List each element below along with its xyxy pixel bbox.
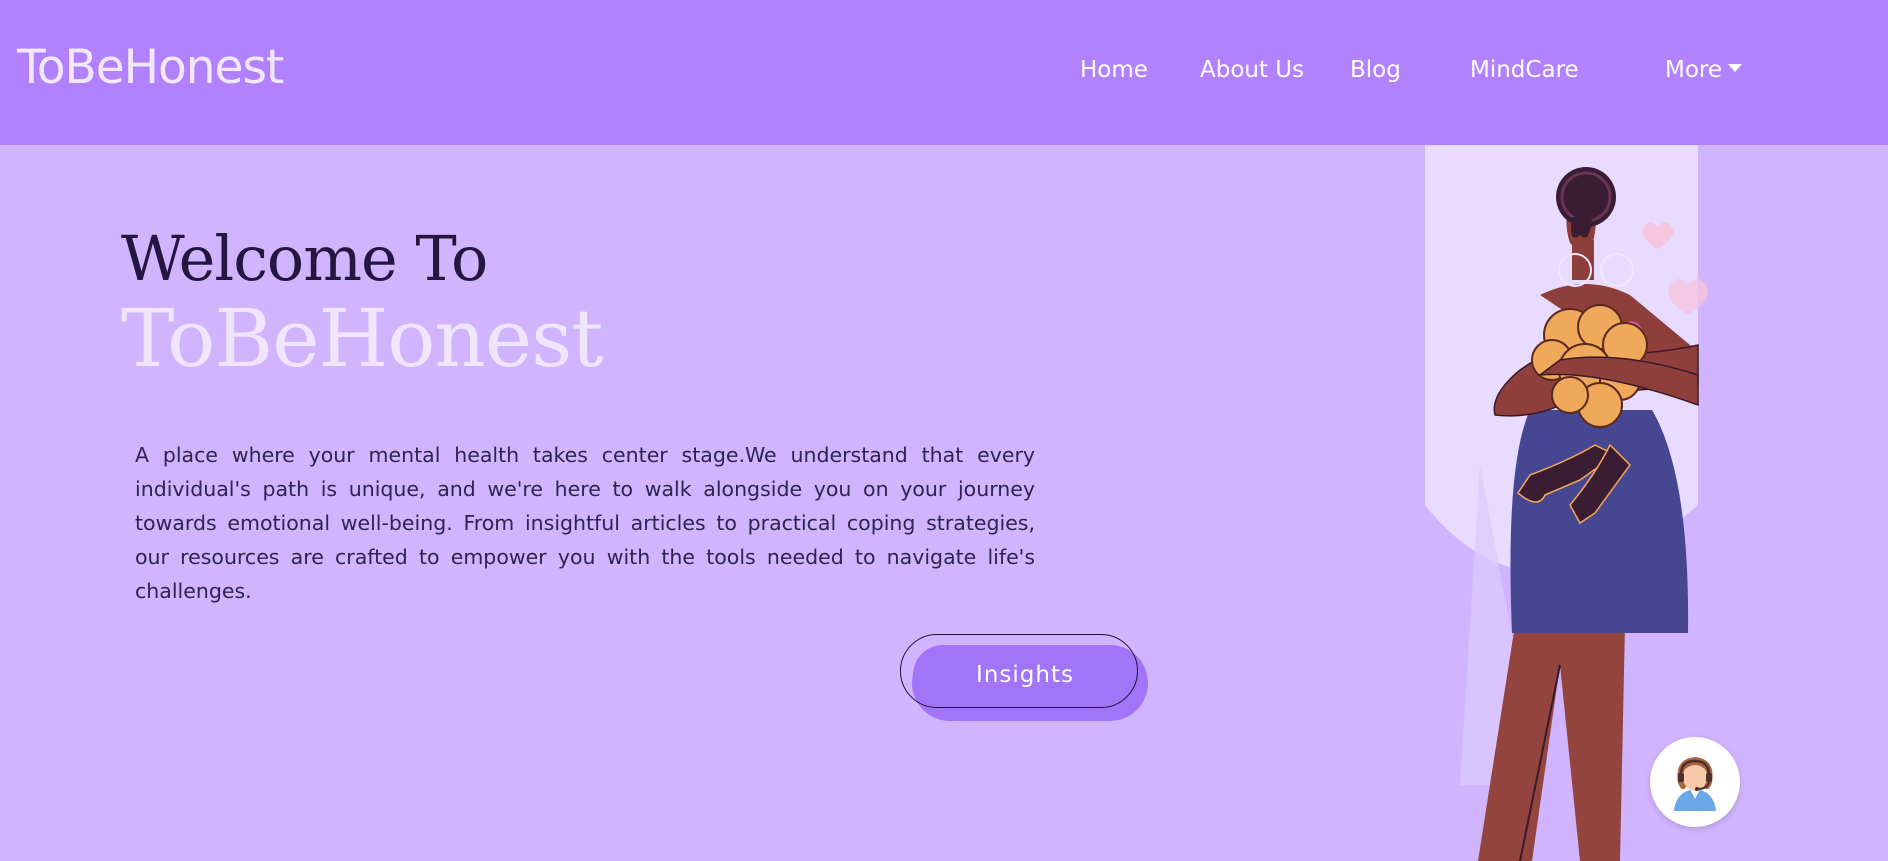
support-agent-icon — [1674, 757, 1716, 811]
hero-brand-heading: ToBeHonest — [121, 292, 603, 385]
nav-more-label: More — [1665, 57, 1723, 83]
hero-description: A place where your mental health takes c… — [135, 443, 1035, 603]
caret-down-icon — [1728, 63, 1743, 72]
nav-mindcare[interactable]: MindCare — [1470, 57, 1579, 83]
navbar: ToBeHonest Home About Us Blog MindCare M… — [0, 0, 1888, 145]
brand-logo[interactable]: ToBeHonest — [17, 40, 284, 95]
insights-button[interactable]: Insights — [900, 634, 1138, 708]
hero-welcome-heading: Welcome To — [121, 222, 488, 295]
insights-button-label: Insights — [976, 662, 1074, 688]
nav-blog[interactable]: Blog — [1350, 57, 1401, 83]
nav-home[interactable]: Home — [1080, 57, 1148, 83]
nav-more-dropdown[interactable]: More — [1665, 57, 1743, 83]
nav-about-us[interactable]: About Us — [1200, 57, 1304, 83]
chat-support-button[interactable] — [1650, 737, 1740, 827]
